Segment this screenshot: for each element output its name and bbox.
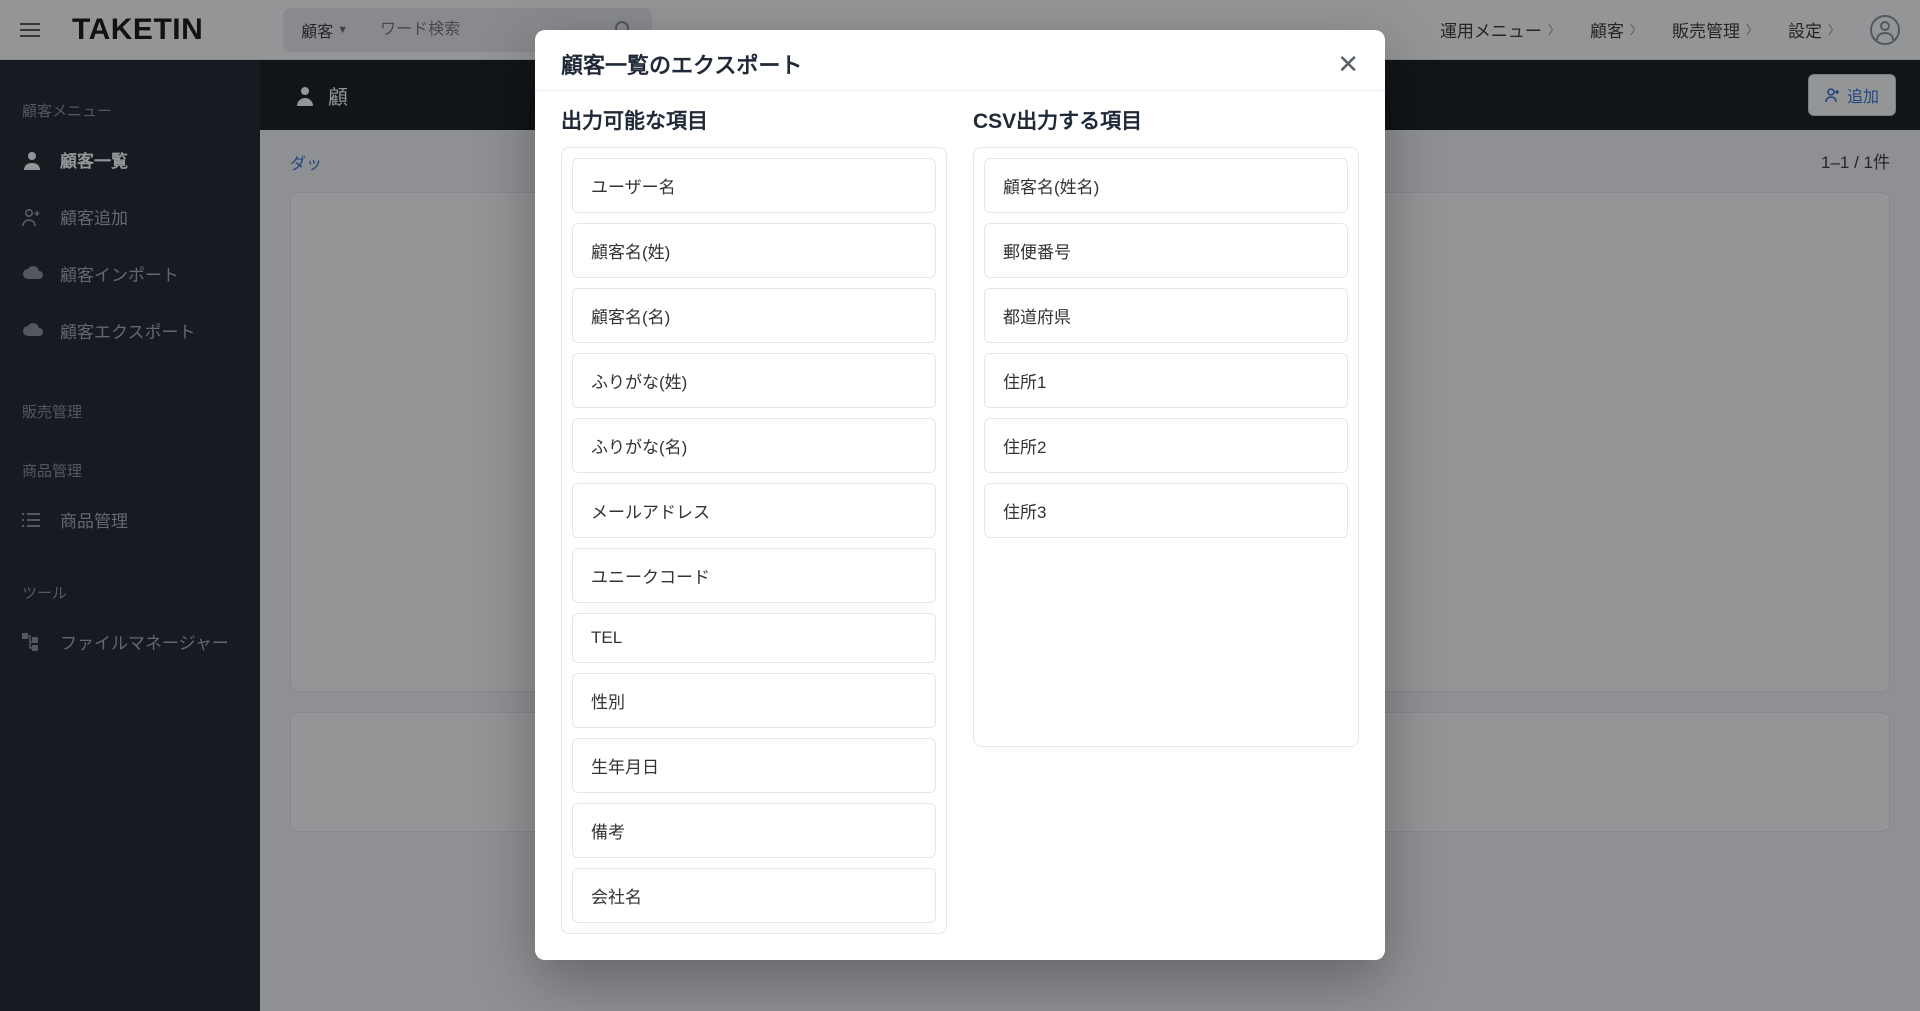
available-title: 出力可能な項目	[561, 105, 947, 135]
available-field-item[interactable]: 顧客名(姓)	[572, 223, 936, 278]
selected-field-item[interactable]: 住所1	[984, 353, 1348, 408]
modal-body: 出力可能な項目 ユーザー名顧客名(姓) 顧客名(名) ふりがな(姓) ふりがな(名) メ…	[535, 91, 1385, 960]
selected-field-item[interactable]: 郵便番号	[984, 223, 1348, 278]
available-field-item[interactable]: ふりがな(姓)	[572, 353, 936, 408]
available-field-item[interactable]: TEL	[572, 613, 936, 663]
selected-field-item[interactable]: 住所3	[984, 483, 1348, 538]
available-field-item[interactable]: 会社名	[572, 868, 936, 923]
available-listbox: ユーザー名顧客名(姓) 顧客名(名) ふりがな(姓) ふりがな(名) メールアドレスユニ…	[561, 147, 947, 934]
available-field-item[interactable]: 備考	[572, 803, 936, 858]
selected-field-item[interactable]: 都道府県	[984, 288, 1348, 343]
modal-overlay[interactable]: 顧客一覧のエクスポート ✕ 出力可能な項目 ユーザー名顧客名(姓) 顧客名(名) ふ…	[0, 0, 1920, 1011]
selected-field-item[interactable]: 顧客名(姓名)	[984, 158, 1348, 213]
available-field-item[interactable]: 顧客名(名)	[572, 288, 936, 343]
modal-header: 顧客一覧のエクスポート ✕	[535, 30, 1385, 91]
available-field-item[interactable]: ユニークコード	[572, 548, 936, 603]
available-field-item[interactable]: 性別	[572, 673, 936, 728]
available-field-item[interactable]: 生年月日	[572, 738, 936, 793]
available-column: 出力可能な項目 ユーザー名顧客名(姓) 顧客名(名) ふりがな(姓) ふりがな(名) メ…	[561, 105, 947, 934]
modal-title: 顧客一覧のエクスポート	[561, 48, 802, 80]
available-field-item[interactable]: ふりがな(名)	[572, 418, 936, 473]
available-field-item[interactable]: メールアドレス	[572, 483, 936, 538]
selected-listbox: 顧客名(姓名) 郵便番号都道府県住所1 住所2 住所3	[973, 147, 1359, 747]
selected-column: CSV出力する項目 顧客名(姓名) 郵便番号都道府県住所1 住所2 住所3	[973, 105, 1359, 934]
export-modal: 顧客一覧のエクスポート ✕ 出力可能な項目 ユーザー名顧客名(姓) 顧客名(名) ふ…	[535, 30, 1385, 960]
selected-field-item[interactable]: 住所2	[984, 418, 1348, 473]
selected-title: CSV出力する項目	[973, 105, 1359, 135]
available-field-item[interactable]: ユーザー名	[572, 158, 936, 213]
close-icon[interactable]: ✕	[1337, 51, 1359, 77]
